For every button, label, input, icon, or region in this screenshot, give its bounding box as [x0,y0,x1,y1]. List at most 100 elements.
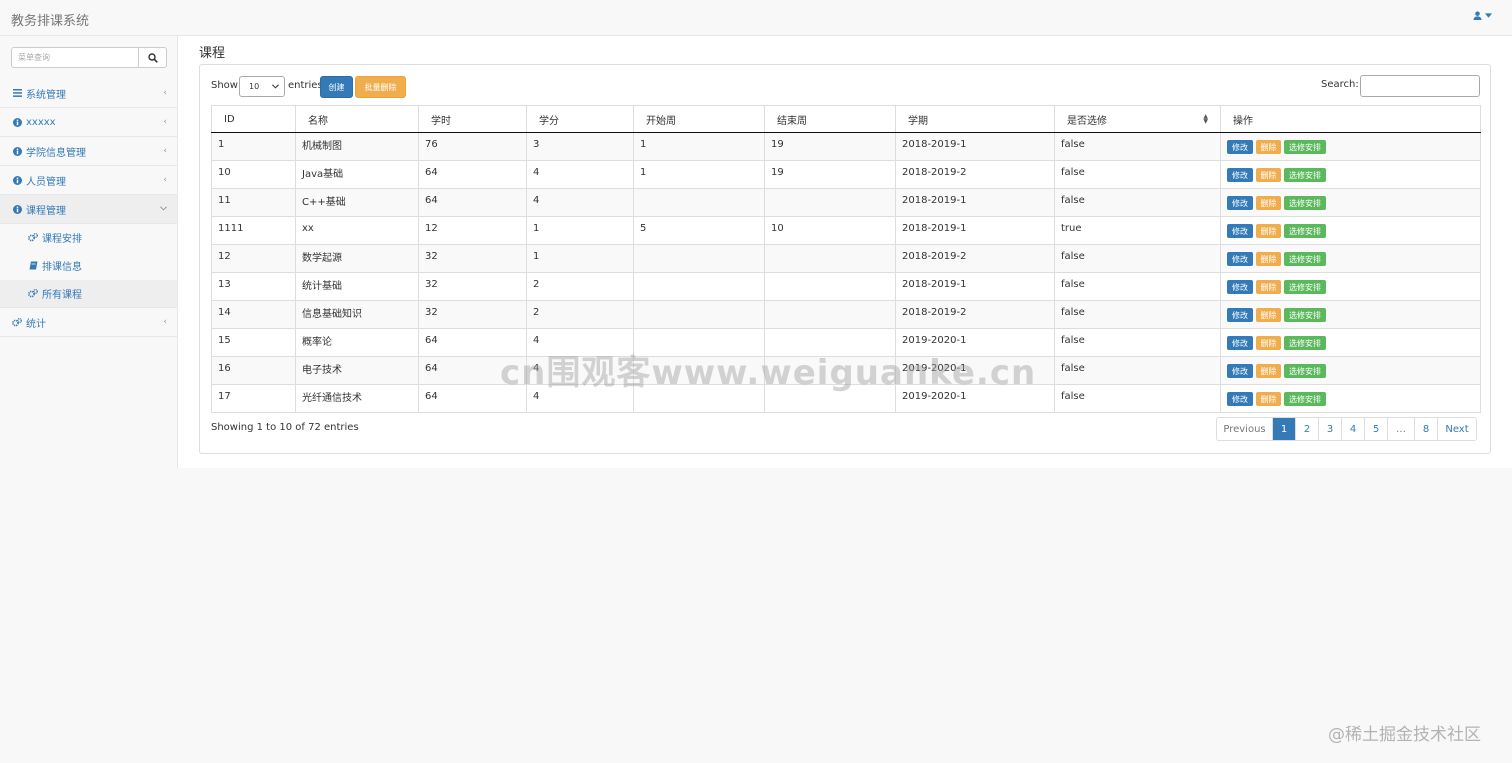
edit-button[interactable]: 修改 [1227,308,1253,322]
column-header-label: 结束周 [777,115,807,127]
create-button[interactable]: 创建 [320,76,353,98]
column-header[interactable]: 是否选修 ▲ ▼ [1054,105,1221,133]
user-icon [1473,11,1482,20]
edit-button[interactable]: 修改 [1227,364,1253,378]
column-header[interactable]: 操作 [1220,105,1481,133]
table-cell [764,300,896,329]
edit-button[interactable]: 修改 [1227,140,1253,154]
elective-button[interactable]: 选修安排 [1284,336,1326,350]
table-cell: 2018-2019-1 [895,188,1055,217]
page-length-select[interactable]: 10 [239,76,285,97]
table-cell [633,188,765,217]
pagination-page[interactable]: 5 [1365,418,1388,440]
column-header[interactable]: 学分 [526,105,634,133]
table-cell: 32 [418,300,527,329]
column-header-label: ID [224,113,235,125]
edit-button[interactable]: 修改 [1227,224,1253,238]
elective-button[interactable]: 选修安排 [1284,308,1326,322]
delete-button[interactable]: 删除 [1256,336,1281,350]
pagination-next[interactable]: Next [1438,418,1476,440]
table-cell: 2018-2019-2 [895,300,1055,329]
delete-button[interactable]: 删除 [1256,140,1281,154]
info-circle-icon [12,175,22,185]
table-cell [764,272,896,301]
actions-cell: 修改 删除 选修安排 [1220,160,1481,189]
column-header[interactable]: ID [211,105,296,133]
delete-button[interactable]: 删除 [1256,252,1281,266]
sidebar-item-label: 学院信息管理 [26,147,86,159]
elective-button[interactable]: 选修安排 [1284,280,1326,294]
column-header[interactable]: 开始周 [633,105,765,133]
pagination-page[interactable]: 3 [1319,418,1342,440]
pagination-page[interactable]: 1 [1273,418,1296,440]
app-title[interactable]: 教务排课系统 [11,10,89,29]
actions-cell: 修改 删除 选修安排 [1220,188,1481,217]
table-cell [633,244,765,273]
table-cell: 10 [211,160,296,189]
table-cell: 15 [211,328,296,357]
table-cell: 4 [526,160,634,189]
column-header[interactable]: 学期 [895,105,1055,133]
sidebar-item-system[interactable]: 系统管理 ‹ [0,79,177,108]
delete-button[interactable]: 删除 [1256,364,1281,378]
sidebar-subitem-schedule[interactable]: 课程安排 [0,224,177,252]
pagination-page[interactable]: 8 [1415,418,1438,440]
table-body: 1 机械制图 76 3 1 19 2018-2019-1 false 修改 删除 选修安排 10 Jav… [211,132,1481,413]
edit-button[interactable]: 修改 [1227,280,1253,294]
pagination-page[interactable]: 4 [1342,418,1365,440]
sidebar-item-personnel[interactable]: 人员管理 ‹ [0,166,177,195]
table-row: 11 C++基础 64 4 2018-2019-1 false 修改 删除 选修安排 [211,188,1481,217]
top-navbar: 教务排课系统 [0,0,1512,36]
menu-search-input[interactable] [11,47,139,68]
edit-button[interactable]: 修改 [1227,252,1253,266]
sidebar-item-course[interactable]: 课程管理 [0,195,177,224]
table-cell: 2018-2019-2 [895,160,1055,189]
elective-button[interactable]: 选修安排 [1284,140,1326,154]
column-header[interactable]: 结束周 [764,105,896,133]
delete-button[interactable]: 删除 [1256,196,1281,210]
table-cell: 电子技术 [295,356,419,385]
table-cell: 统计基础 [295,272,419,301]
delete-button[interactable]: 删除 [1256,168,1281,182]
sidebar-subitem-info[interactable]: 排课信息 [0,252,177,280]
table-cell: 光纤通信技术 [295,384,419,413]
edit-button[interactable]: 修改 [1227,392,1253,406]
delete-button[interactable]: 删除 [1256,308,1281,322]
elective-button[interactable]: 选修安排 [1284,224,1326,238]
sidebar-subitem-all-courses[interactable]: 所有课程 [0,280,177,308]
table-cell: 64 [418,328,527,357]
table-cell: 2 [526,272,634,301]
chevron-left-icon: ‹ [163,317,167,327]
pagination-page[interactable]: 2 [1296,418,1319,440]
sidebar-item-stats[interactable]: 统计 ‹ [0,308,177,337]
delete-button[interactable]: 删除 [1256,280,1281,294]
caret-down-icon [1485,13,1492,18]
table-row: 14 信息基础知识 32 2 2018-2019-2 false 修改 删除 选修安排 [211,300,1481,329]
table-cell: true [1054,216,1221,245]
elective-button[interactable]: 选修安排 [1284,196,1326,210]
edit-button[interactable]: 修改 [1227,196,1253,210]
delete-button[interactable]: 删除 [1256,392,1281,406]
elective-button[interactable]: 选修安排 [1284,168,1326,182]
column-header[interactable]: 学时 [418,105,527,133]
pagination-ellipsis: … [1388,418,1415,440]
table-cell: 概率论 [295,328,419,357]
table-search-input[interactable] [1360,75,1480,97]
menu-search-button[interactable] [139,47,167,68]
table-cell: false [1054,160,1221,189]
elective-button[interactable]: 选修安排 [1284,392,1326,406]
sidebar-item-xxxxx[interactable]: xxxxx ‹ [0,108,177,137]
length-entries-label: entries [288,80,323,91]
column-header[interactable]: 名称 [295,105,419,133]
elective-button[interactable]: 选修安排 [1284,364,1326,378]
elective-button[interactable]: 选修安排 [1284,252,1326,266]
edit-button[interactable]: 修改 [1227,168,1253,182]
pagination-previous[interactable]: Previous [1217,418,1273,440]
user-menu[interactable] [1473,11,1492,20]
search-icon [147,52,158,63]
table-cell: 1 [211,132,296,161]
edit-button[interactable]: 修改 [1227,336,1253,350]
delete-button[interactable]: 删除 [1256,224,1281,238]
batch-delete-button[interactable]: 批量删除 [355,76,406,98]
sidebar-item-college[interactable]: 学院信息管理 ‹ [0,137,177,166]
